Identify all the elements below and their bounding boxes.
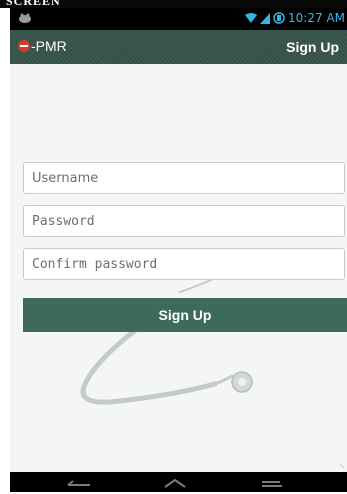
back-icon[interactable] (66, 476, 92, 494)
app-logo-icon (18, 40, 30, 52)
status-bar: 10:27 AM (10, 8, 347, 30)
confirm-password-field[interactable] (23, 248, 345, 280)
scan-header-text: SCREEN (6, 0, 61, 8)
status-time: 10:27 AM (288, 11, 345, 25)
app-brand[interactable]: -PMR (18, 38, 67, 54)
signup-screen: Sign Up (10, 64, 347, 472)
password-field[interactable] (23, 205, 345, 237)
screen-title: Sign Up (286, 39, 339, 55)
navigation-bar (10, 472, 347, 492)
username-field[interactable] (23, 162, 345, 194)
notification-icon (18, 12, 32, 24)
scan-edge: SCREEN (0, 0, 347, 8)
app-name: -PMR (31, 38, 67, 54)
recent-apps-icon[interactable] (260, 476, 286, 494)
home-icon[interactable] (162, 476, 188, 494)
wifi-icon (245, 12, 258, 24)
status-indicators: 10:27 AM (245, 11, 345, 25)
signal-icon (260, 12, 271, 24)
signup-button[interactable]: Sign Up (23, 298, 347, 332)
action-bar: -PMR Sign Up (10, 30, 347, 64)
battery-icon (273, 12, 285, 24)
